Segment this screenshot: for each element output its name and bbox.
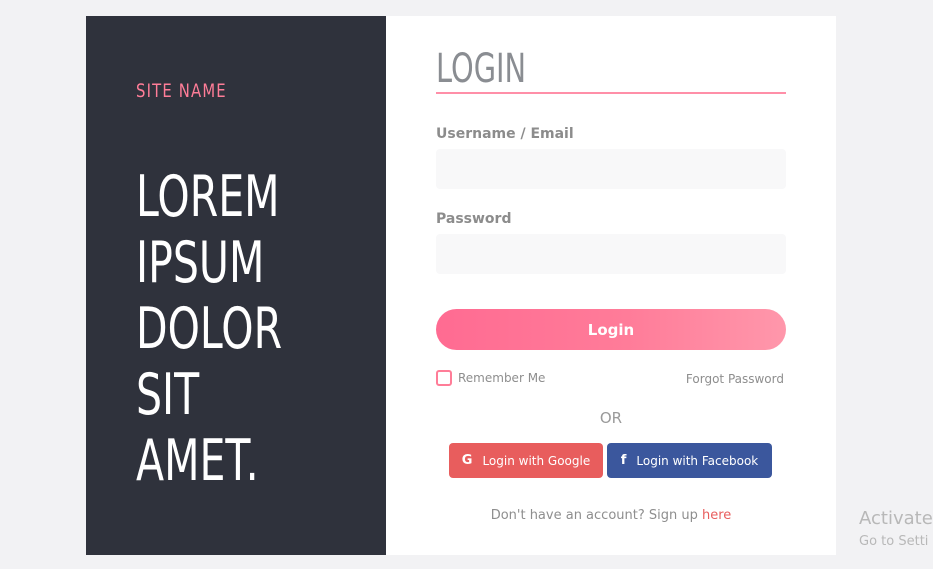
activate-watermark-subtitle: Go to Setti: [859, 534, 929, 549]
hero-line: AMET.: [136, 428, 259, 494]
signup-link[interactable]: here: [702, 508, 731, 523]
password-input[interactable]: [436, 234, 786, 274]
page-title: LOGIN: [436, 46, 786, 94]
google-icon: G: [461, 453, 473, 468]
hero-line: LOREM: [136, 164, 280, 230]
facebook-login-label: Login with Facebook: [636, 453, 759, 468]
remember-me[interactable]: Remember Me: [436, 370, 545, 386]
username-label: Username / Email: [436, 126, 574, 142]
activate-watermark-title: Activate: [859, 508, 933, 529]
hero-line: SIT: [136, 362, 200, 428]
username-input[interactable]: [436, 149, 786, 189]
password-label: Password: [436, 211, 512, 227]
brand-panel: SITE NAME LOREM IPSUM DOLOR SIT AMET.: [86, 16, 386, 555]
page-title-text: LOGIN: [436, 46, 527, 92]
signup-text: Don't have an account? Sign up: [490, 508, 698, 523]
hero-line: IPSUM: [136, 230, 265, 296]
login-card: SITE NAME LOREM IPSUM DOLOR SIT AMET. LO…: [86, 16, 836, 555]
hero-line: DOLOR: [136, 296, 283, 362]
remember-label: Remember Me: [458, 371, 546, 385]
form-panel: LOGIN Username / Email Password Login Re…: [386, 16, 836, 555]
google-login-button[interactable]: G Login with Google: [449, 443, 603, 478]
forgot-password-link[interactable]: Forgot Password: [686, 372, 784, 386]
facebook-icon: f: [620, 453, 627, 468]
remember-checkbox[interactable]: [436, 370, 452, 386]
site-name: SITE NAME: [136, 80, 227, 102]
hero-text: LOREM IPSUM DOLOR SIT AMET.: [136, 164, 323, 494]
signup-prompt: Don't have an account? Sign up here: [386, 508, 836, 523]
or-divider: OR: [599, 409, 623, 427]
google-login-label: Login with Google: [482, 453, 591, 468]
login-button[interactable]: Login: [436, 309, 786, 350]
facebook-login-button[interactable]: f Login with Facebook: [607, 443, 772, 478]
